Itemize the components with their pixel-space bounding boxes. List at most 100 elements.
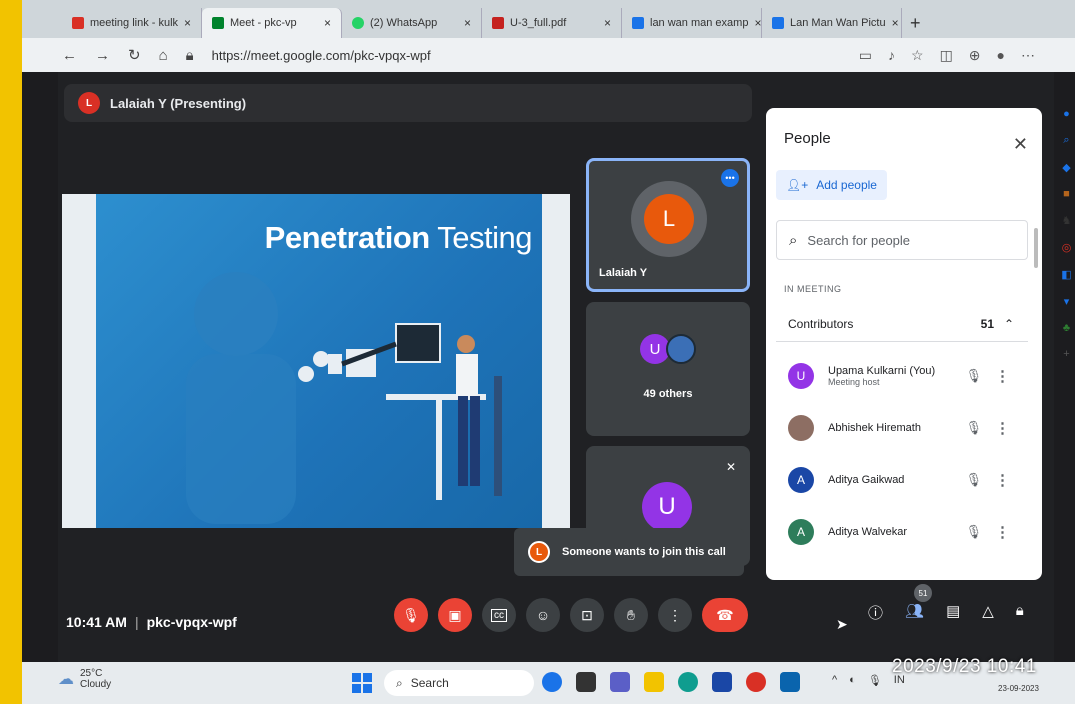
- more-options-icon[interactable]: ⋮: [995, 523, 1010, 541]
- chevron-up-icon[interactable]: ⌃: [1004, 317, 1014, 331]
- windows-start-icon[interactable]: [352, 673, 372, 693]
- mic-off-icon[interactable]: 🎙︎: [965, 368, 982, 384]
- close-icon[interactable]: ✕: [1013, 134, 1028, 155]
- search-people-input[interactable]: ⌕ Search for people: [776, 220, 1028, 260]
- captions-button[interactable]: cc: [482, 598, 516, 632]
- opera-icon[interactable]: [746, 672, 766, 692]
- phone-hangup-icon: ☎︎: [716, 606, 734, 623]
- weather-widget[interactable]: ☁ 25°C Cloudy: [58, 668, 111, 690]
- bing-icon[interactable]: [542, 672, 562, 692]
- outlook-icon[interactable]: ◧: [1061, 268, 1071, 281]
- briefcase-icon[interactable]: ■: [1063, 188, 1070, 200]
- participant-avatar: U: [642, 482, 692, 532]
- edge-icon[interactable]: [678, 672, 698, 692]
- url-field[interactable]: https://meet.google.com/pkc-vpqx-wpf: [212, 48, 431, 63]
- presentation-slide: Penetration Testing: [62, 194, 570, 528]
- presenter-bar: L Lalaiah Y (Presenting): [64, 84, 752, 122]
- task-view-icon[interactable]: [576, 672, 596, 692]
- muted-mic-icon: ✕: [725, 460, 736, 474]
- back-arrow-icon[interactable]: ←: [62, 47, 77, 64]
- collections-icon[interactable]: ⊕: [969, 47, 981, 64]
- meeting-info-icon[interactable]: ⓘ: [868, 602, 883, 623]
- participant-tile[interactable]: ••• L Lalaiah Y: [586, 158, 750, 292]
- browser-tab[interactable]: U-3_full.pdf ×: [482, 8, 622, 38]
- raise-hand-button[interactable]: ✋︎: [614, 598, 648, 632]
- taskbar-search[interactable]: ⌕ Search: [384, 670, 534, 696]
- contributors-label: Contributors: [788, 316, 854, 331]
- search-placeholder: Search for people: [807, 232, 911, 248]
- more-options-icon[interactable]: ⋮: [995, 419, 1010, 437]
- mic-off-icon[interactable]: 🎙︎: [965, 420, 982, 436]
- mic-off-icon[interactable]: 🎙︎: [965, 524, 982, 540]
- file-explorer-icon[interactable]: [644, 672, 664, 692]
- extensions-icon[interactable]: ◫: [940, 47, 953, 64]
- end-call-button[interactable]: ☎︎: [702, 598, 748, 632]
- close-tab-icon[interactable]: ×: [324, 16, 331, 30]
- favorite-star-icon[interactable]: ☆: [911, 47, 924, 64]
- close-tab-icon[interactable]: ×: [604, 16, 611, 30]
- browser-tab[interactable]: Lan Man Wan Pictu ×: [762, 8, 902, 38]
- separator: |: [134, 614, 139, 630]
- more-options-button[interactable]: ⋮: [658, 598, 692, 632]
- refresh-icon[interactable]: ↻: [128, 46, 141, 64]
- network-icon[interactable]: ◐: [849, 674, 856, 687]
- close-tab-icon[interactable]: ×: [892, 16, 899, 30]
- forward-arrow-icon[interactable]: →: [95, 47, 110, 64]
- host-controls-icon[interactable]: 🔒︎: [1016, 602, 1024, 623]
- browser-tab-bar: meeting link - kulk × Meet - pkc-vp × (2…: [22, 0, 1075, 38]
- person-row[interactable]: A Aditya Gaikwad 🎙︎ ⋮: [776, 454, 1028, 506]
- microphone-icon[interactable]: 🎙︎: [868, 674, 882, 687]
- more-options-icon[interactable]: ⋮: [995, 367, 1010, 385]
- person-row[interactable]: Abhishek Hiremath 🎙︎ ⋮: [776, 402, 1028, 454]
- browser-tab[interactable]: (2) WhatsApp ×: [342, 8, 482, 38]
- tools-icon[interactable]: ▾: [1064, 295, 1070, 308]
- requester-avatar: L: [528, 541, 550, 563]
- camera-off-button[interactable]: ▣: [438, 598, 472, 632]
- chess-icon[interactable]: ♞: [1062, 214, 1072, 227]
- mic-off-button[interactable]: 🎙︎: [394, 598, 428, 632]
- close-tab-icon[interactable]: ×: [184, 16, 191, 30]
- chevron-up-icon[interactable]: ^: [832, 674, 837, 687]
- store-icon[interactable]: [712, 672, 732, 692]
- tag-icon[interactable]: ◆: [1062, 161, 1070, 174]
- browser-tab[interactable]: lan wan man examp ×: [622, 8, 762, 38]
- office-icon[interactable]: ◎: [1062, 241, 1072, 254]
- more-options-icon[interactable]: ⋮: [995, 471, 1010, 489]
- camera-icon[interactable]: ▭: [859, 47, 872, 64]
- new-tab-button[interactable]: +: [902, 8, 929, 38]
- person-role: Meeting host: [828, 377, 880, 387]
- add-icon[interactable]: +: [1063, 348, 1069, 360]
- browser-tab-active[interactable]: Meet - pkc-vp ×: [202, 8, 342, 38]
- clock[interactable]: 2023/9/23 10:41: [892, 656, 1037, 678]
- join-request-toast[interactable]: L Someone wants to join this call: [514, 528, 744, 576]
- mic-off-icon[interactable]: 🎙︎: [965, 472, 982, 488]
- read-aloud-icon[interactable]: ♪: [888, 47, 895, 64]
- home-icon[interactable]: ⌂: [159, 47, 168, 64]
- people-panel: People ✕ 👤︎+ Add people ⌕ Search for peo…: [766, 108, 1042, 580]
- search-icon: [632, 17, 644, 29]
- outlook-icon[interactable]: [780, 672, 800, 692]
- present-button[interactable]: ⊡: [570, 598, 604, 632]
- reactions-button[interactable]: ☺: [526, 598, 560, 632]
- mouse-cursor-icon: ➤: [836, 616, 848, 632]
- person-row[interactable]: A Aditya Walvekar 🎙︎ ⋮: [776, 506, 1028, 558]
- scrollbar[interactable]: [1034, 228, 1038, 268]
- chat-icon[interactable]: ▤: [946, 602, 960, 623]
- bell-icon[interactable]: ●: [1063, 108, 1070, 120]
- person-row[interactable]: U Upama Kulkarni (You) Meeting host 🎙︎ ⋮: [776, 350, 1028, 402]
- contributors-header[interactable]: Contributors 51 ⌃: [776, 306, 1028, 342]
- close-tab-icon[interactable]: ×: [754, 16, 761, 30]
- people-icon[interactable]: 👥︎: [905, 602, 924, 623]
- chat-icon[interactable]: [610, 672, 630, 692]
- close-tab-icon[interactable]: ×: [464, 16, 471, 30]
- whatsapp-icon: [352, 17, 364, 29]
- more-menu-icon[interactable]: ⋯: [1021, 47, 1035, 64]
- search-icon[interactable]: ⌕: [1063, 134, 1069, 147]
- others-tile[interactable]: U 49 others: [586, 302, 750, 436]
- tree-icon[interactable]: ♣: [1063, 322, 1070, 334]
- browser-tab[interactable]: meeting link - kulk ×: [62, 8, 202, 38]
- profile-icon[interactable]: ●: [997, 47, 1005, 64]
- activities-icon[interactable]: △: [982, 602, 994, 623]
- add-people-button[interactable]: 👤︎+ Add people: [776, 170, 887, 200]
- tab-label: (2) WhatsApp: [370, 17, 438, 29]
